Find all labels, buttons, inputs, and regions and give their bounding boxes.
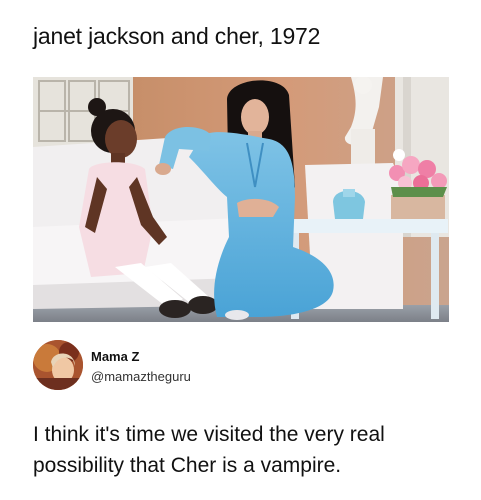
avatar[interactable] [33,340,83,390]
meme-post: janet jackson and cher, 1972 Mama Z @mam… [0,0,481,500]
post-caption: janet jackson and cher, 1972 [33,23,321,49]
tweet-header: Mama Z @mamaztheguru [33,340,453,390]
user-handle[interactable]: @mamaztheguru [91,369,191,384]
photo-janet-jackson-and-cher [33,77,449,322]
tweet-text: I think it's time we visited the very re… [33,423,385,477]
display-name[interactable]: Mama Z [91,349,139,364]
